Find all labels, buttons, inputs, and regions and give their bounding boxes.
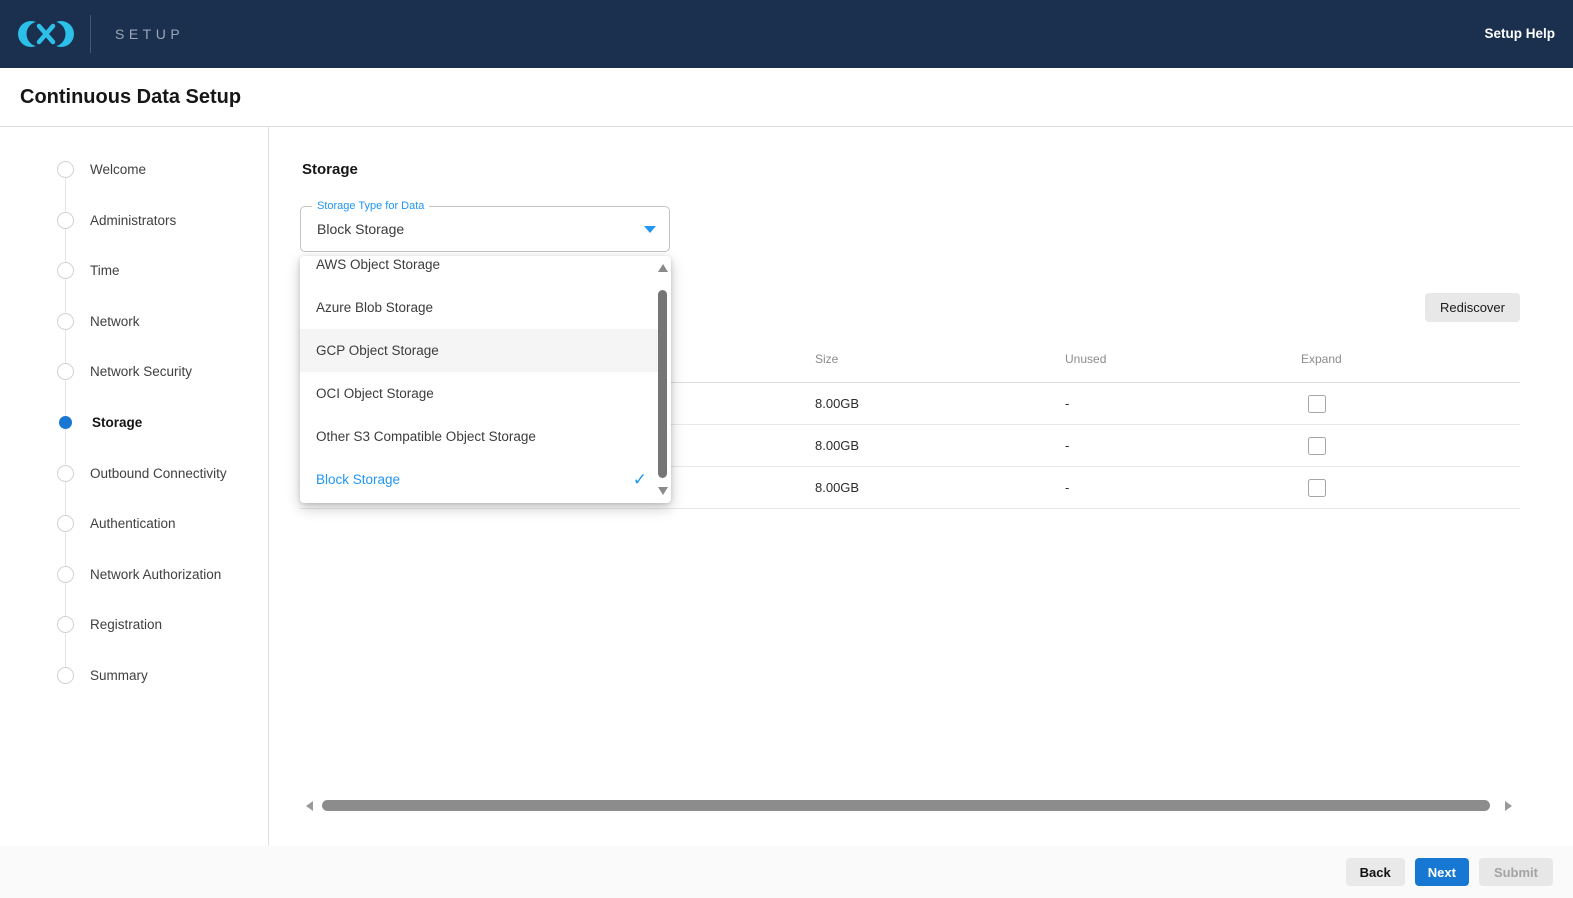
step-label: Administrators xyxy=(90,213,176,228)
step-circle-icon xyxy=(57,465,74,482)
menu-scrollbar-thumb[interactable] xyxy=(658,290,667,478)
check-icon: ✓ xyxy=(633,458,647,501)
size-value: 8.00GB xyxy=(815,467,859,509)
option-gcp-object-storage[interactable]: GCP Object Storage xyxy=(300,329,659,372)
sidebar-step-time[interactable]: Time xyxy=(57,260,120,280)
sidebar-step-summary[interactable]: Summary xyxy=(57,665,148,685)
unused-value: - xyxy=(1065,425,1069,467)
delphix-logo xyxy=(14,10,78,58)
wizard-stepper-sidebar: Welcome Administrators Time Network Netw… xyxy=(0,127,269,846)
step-label: Time xyxy=(90,263,120,278)
chevron-down-icon xyxy=(644,226,656,233)
option-other-s3-compatible[interactable]: Other S3 Compatible Object Storage xyxy=(300,415,659,458)
delphix-logo-icon xyxy=(14,10,78,58)
scroll-up-arrow-icon[interactable] xyxy=(658,264,668,272)
scroll-left-arrow-icon[interactable] xyxy=(306,801,313,811)
step-label: Authentication xyxy=(90,516,176,531)
step-circle-icon xyxy=(57,515,74,532)
step-label: Outbound Connectivity xyxy=(90,466,227,481)
expand-checkbox[interactable] xyxy=(1308,437,1326,455)
sidebar-step-administrators[interactable]: Administrators xyxy=(57,210,176,230)
step-circle-icon xyxy=(57,616,74,633)
step-circle-icon xyxy=(57,313,74,330)
next-button[interactable]: Next xyxy=(1415,858,1469,886)
scroll-down-arrow-icon[interactable] xyxy=(658,487,668,495)
sidebar-step-network-security[interactable]: Network Security xyxy=(57,361,192,381)
step-label: Registration xyxy=(90,617,162,632)
step-label: Storage xyxy=(92,415,142,430)
expand-checkbox[interactable] xyxy=(1308,479,1326,497)
navbar-divider xyxy=(90,15,91,53)
step-circle-icon xyxy=(57,161,74,178)
step-label: Welcome xyxy=(90,162,146,177)
sidebar-step-welcome[interactable]: Welcome xyxy=(57,159,146,179)
page-title-bar: Continuous Data Setup xyxy=(0,68,1573,127)
step-circle-active-icon xyxy=(59,416,72,429)
sidebar-step-network-authorization[interactable]: Network Authorization xyxy=(57,564,221,584)
sidebar-step-registration[interactable]: Registration xyxy=(57,614,162,634)
option-label: Block Storage xyxy=(316,472,400,487)
size-value: 8.00GB xyxy=(815,383,859,425)
back-button[interactable]: Back xyxy=(1346,858,1405,886)
sidebar-step-outbound-connectivity[interactable]: Outbound Connectivity xyxy=(57,463,227,483)
sidebar-step-network[interactable]: Network xyxy=(57,311,140,331)
brand-label: SETUP xyxy=(115,26,184,42)
option-aws-object-storage[interactable]: AWS Object Storage xyxy=(300,256,659,286)
scroll-right-arrow-icon[interactable] xyxy=(1505,801,1512,811)
top-navbar: SETUP Setup Help xyxy=(0,0,1573,68)
column-header-expand: Expand xyxy=(1301,352,1342,366)
unused-value: - xyxy=(1065,467,1069,509)
setup-help-link[interactable]: Setup Help xyxy=(1484,26,1555,41)
menu-scrollbar xyxy=(656,256,669,503)
option-azure-blob-storage[interactable]: Azure Blob Storage xyxy=(300,286,659,329)
horizontal-scrollbar xyxy=(300,799,1520,813)
storage-type-dropdown-menu: AWS Object Storage Azure Blob Storage GC… xyxy=(300,256,671,503)
unused-value: - xyxy=(1065,383,1069,425)
page-title: Continuous Data Setup xyxy=(20,86,241,109)
storage-type-select-value: Block Storage xyxy=(317,207,404,251)
column-header-size: Size xyxy=(815,352,838,366)
wizard-footer: Back Next Submit xyxy=(0,846,1573,898)
step-circle-icon xyxy=(57,363,74,380)
step-circle-icon xyxy=(57,212,74,229)
option-block-storage[interactable]: Block Storage ✓ xyxy=(300,458,659,501)
step-label: Summary xyxy=(90,668,148,683)
main-region: Welcome Administrators Time Network Netw… xyxy=(0,127,1573,846)
option-oci-object-storage[interactable]: OCI Object Storage xyxy=(300,372,659,415)
storage-type-select[interactable]: Storage Type for Data Block Storage xyxy=(300,206,670,252)
step-circle-icon xyxy=(57,667,74,684)
storage-section-heading: Storage xyxy=(302,161,358,178)
step-label: Network Security xyxy=(90,364,192,379)
dropdown-option-list: AWS Object Storage Azure Blob Storage GC… xyxy=(300,256,659,501)
step-label: Network Authorization xyxy=(90,567,221,582)
step-circle-icon xyxy=(57,566,74,583)
step-label: Network xyxy=(90,314,140,329)
step-circle-icon xyxy=(57,262,74,279)
size-value: 8.00GB xyxy=(815,425,859,467)
setup-app-window: SETUP Setup Help Continuous Data Setup W… xyxy=(0,0,1573,898)
horizontal-scrollbar-thumb[interactable] xyxy=(322,800,1490,811)
rediscover-button[interactable]: Rediscover xyxy=(1425,293,1520,322)
sidebar-step-authentication[interactable]: Authentication xyxy=(57,513,176,533)
column-header-unused: Unused xyxy=(1065,352,1106,366)
expand-checkbox[interactable] xyxy=(1308,395,1326,413)
submit-button: Submit xyxy=(1479,858,1553,886)
sidebar-step-storage[interactable]: Storage xyxy=(57,412,142,432)
